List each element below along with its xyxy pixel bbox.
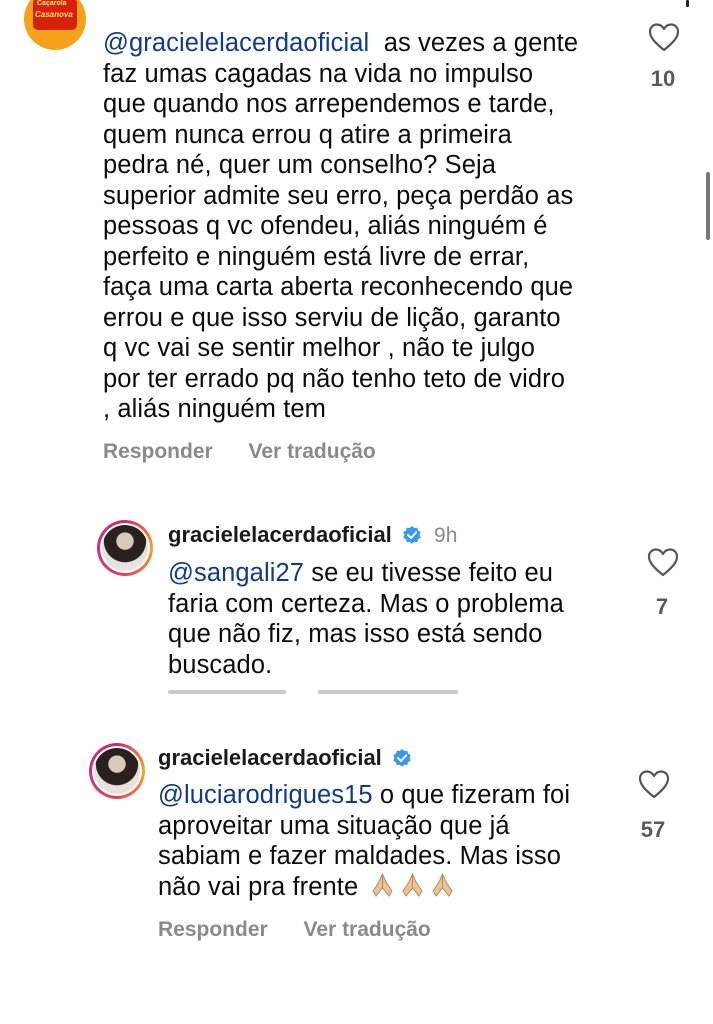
like-count: 7 xyxy=(655,594,669,619)
comment-line: errou e que isso serviu de lição, garant… xyxy=(103,303,561,332)
avatar-logo-text: Casanova xyxy=(35,10,73,19)
comment-line: @gracielelacerdaoficial as vezes a gente xyxy=(103,29,579,57)
reply-avatar[interactable] xyxy=(89,743,145,799)
reply-line: não vai pra frente xyxy=(158,872,618,903)
comment-line: pedra né, quer um conselho? Seja xyxy=(103,151,497,179)
username-link[interactable]: gracielelacerdaoficial xyxy=(168,522,392,547)
username-link[interactable]: gracielelacerdaoficial xyxy=(158,745,382,770)
mention-link[interactable]: @sangali27 xyxy=(168,559,304,587)
comment-line: faça uma carta aberta reconhecendo que xyxy=(103,273,574,301)
comment-text: @gracielelacerdaoficial as vezes a gente… xyxy=(103,28,623,425)
reply-header: gracielelacerdaoficial 9h xyxy=(168,522,457,551)
like-heart-icon[interactable] xyxy=(638,769,670,799)
top-edge-glyph xyxy=(686,0,689,7)
reply-line: @luciarodrigues15 o que fizeram foi xyxy=(158,781,571,809)
comment-line: faz umas cagadas na vida no impulso xyxy=(103,59,534,88)
commenter-avatar[interactable]: Casanova Caçarola xyxy=(24,0,86,50)
mention-link[interactable]: @luciarodrigues15 xyxy=(158,781,373,809)
comment-actions: Responder Ver tradução xyxy=(103,440,406,464)
reply-text: @luciarodrigues15 o que fizeram foi apro… xyxy=(158,780,618,902)
like-heart-icon[interactable] xyxy=(647,547,679,577)
like-heart-icon[interactable] xyxy=(648,22,680,52)
comment-line: quem nunca errou q atire a primeira xyxy=(103,120,512,149)
comment-line: perfeito e ninguém está livre de errar, xyxy=(103,242,530,271)
comment-line: superior admite seu erro, peça perdão as xyxy=(103,181,574,210)
comment-line: , aliás ninguém tem xyxy=(103,395,327,423)
reply-line: que não fiz, mas isso está sendo xyxy=(168,620,543,648)
verified-badge-icon xyxy=(402,525,422,551)
folded-hands-icon xyxy=(400,872,425,898)
timestamp: 9h xyxy=(434,524,458,547)
reply-line: aproveitar uma situação que já xyxy=(158,811,510,840)
translate-button[interactable]: Ver tradução xyxy=(249,440,376,463)
profile-photo xyxy=(94,748,140,794)
clipped-actions xyxy=(168,690,468,694)
comment-line: que quando nos arrependemos e tarde, xyxy=(103,90,555,118)
reply-header: gracielelacerdaoficial xyxy=(158,745,412,774)
comment-line: q vc vai se sentir melhor , não te julgo xyxy=(103,334,536,362)
reply-actions: Responder Ver tradução xyxy=(158,918,461,942)
reply-line: faria com certeza. Mas o problema xyxy=(168,589,564,618)
reply-text: @sangali27 se eu tivesse feito eu faria … xyxy=(168,558,628,680)
reply-line: @sangali27 se eu tivesse feito eu xyxy=(168,559,554,587)
translate-button[interactable]: Ver tradução xyxy=(304,918,431,941)
profile-photo xyxy=(102,525,148,571)
like-count: 10 xyxy=(650,66,676,91)
folded-hands-icon xyxy=(370,872,395,898)
section-divider xyxy=(0,697,713,731)
reply-line: buscado. xyxy=(168,650,273,679)
reply-line: sabiam e fazer maldades. Mas isso xyxy=(158,842,561,870)
comment-line: pessoas q vc ofendeu, aliás ninguém é xyxy=(103,212,548,240)
mention-link[interactable]: @gracielelacerdaoficial xyxy=(103,29,369,57)
scrollbar-thumb[interactable] xyxy=(706,172,710,240)
verified-badge-icon xyxy=(392,748,412,774)
avatar-logo-text: Caçarola xyxy=(37,0,67,7)
comment-line: por ter errado pq não tenho teto de vidr… xyxy=(103,364,565,393)
reply-button[interactable]: Responder xyxy=(103,440,213,463)
folded-hands-icon xyxy=(430,872,455,898)
reply-button[interactable]: Responder xyxy=(158,918,268,941)
like-count: 57 xyxy=(640,817,666,842)
reply-avatar[interactable] xyxy=(97,520,153,576)
